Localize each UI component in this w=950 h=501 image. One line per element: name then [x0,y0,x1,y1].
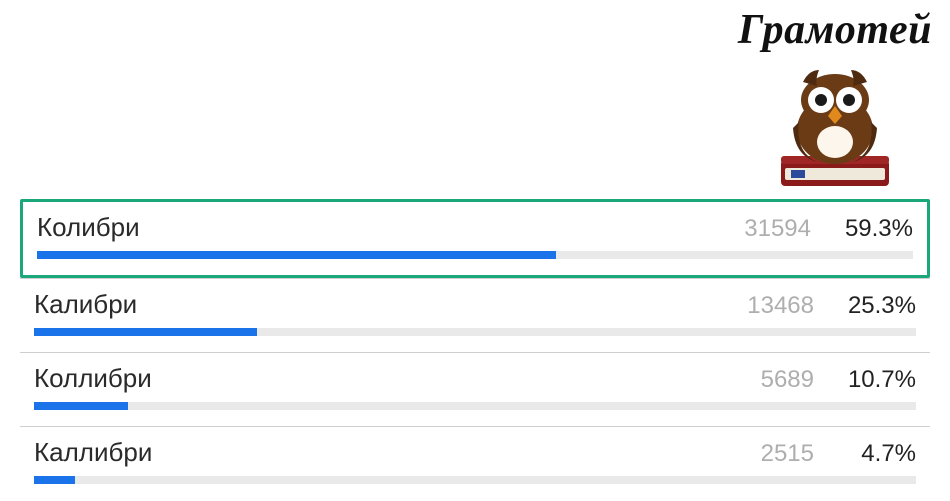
option-label: Коллибри [34,363,152,394]
option-label: Каллибри [34,437,152,468]
progress-fill [34,402,128,410]
progress-track [37,251,913,259]
option-count: 13468 [747,292,814,320]
option-percent: 25.3% [842,292,916,320]
owl-on-book-icon [738,56,932,196]
progress-fill [34,476,75,484]
option-percent: 10.7% [842,366,916,394]
option-label: Колибри [37,212,140,243]
option-count: 31594 [744,215,811,243]
option-count: 2515 [761,440,814,468]
poll-option[interactable]: Калибри 13468 25.3% [20,278,930,352]
brand-title: Грамотей [738,6,932,54]
poll-option[interactable]: Каллибри 2515 4.7% [20,426,930,500]
option-percent: 59.3% [839,215,913,243]
progress-fill [34,328,257,336]
brand-block: Грамотей [738,6,932,196]
progress-track [34,476,916,484]
progress-track [34,328,916,336]
option-percent: 4.7% [842,440,916,468]
progress-track [34,402,916,410]
poll-option[interactable]: Коллибри 5689 10.7% [20,352,930,426]
option-count: 5689 [761,366,814,394]
progress-fill [37,251,556,259]
option-label: Калибри [34,289,137,320]
poll-results: Колибри 31594 59.3% Калибри 13468 25.3% [20,200,930,500]
poll-option[interactable]: Колибри 31594 59.3% [20,199,930,278]
